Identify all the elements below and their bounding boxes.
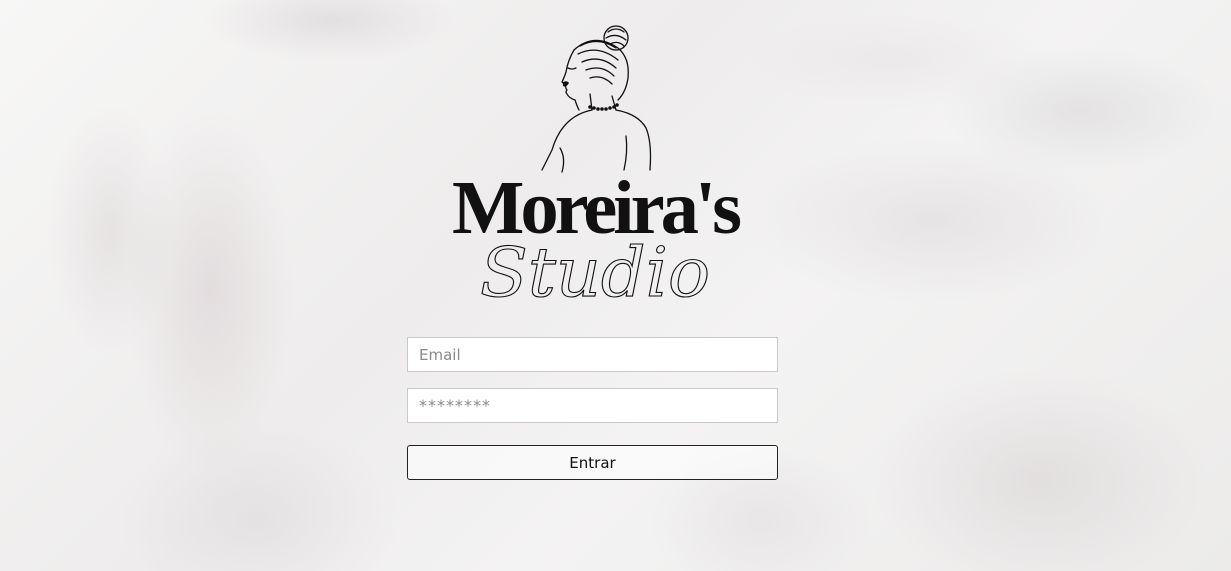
woman-illustration <box>541 25 652 173</box>
login-page: Moreira's Studio Entrar <box>0 0 1231 571</box>
password-input[interactable] <box>407 388 778 423</box>
lips-mark <box>563 81 569 87</box>
email-input[interactable] <box>407 337 778 372</box>
studio-logo: Moreira's Studio <box>452 25 744 310</box>
login-button[interactable]: Entrar <box>407 445 778 480</box>
brand-subtitle: Studio <box>480 234 710 310</box>
